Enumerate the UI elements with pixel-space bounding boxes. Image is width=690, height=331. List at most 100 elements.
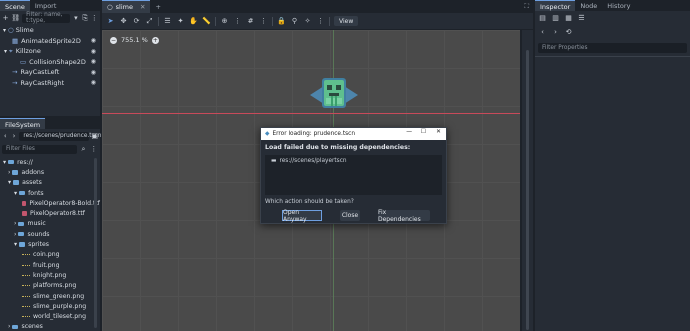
maximize-icon[interactable]: ☐ [421, 129, 426, 135]
search-icon[interactable]: ⌕ [79, 145, 87, 154]
tab-inspector[interactable]: Inspector [535, 0, 576, 11]
add-node-icon[interactable]: + [2, 14, 9, 23]
select-tool-icon[interactable]: ➤ [106, 17, 115, 26]
instance-icon[interactable]: ⎘ [82, 14, 89, 23]
fs-row[interactable]: PixelOperator8-Bold.ttf [0, 198, 100, 208]
minimize-icon[interactable]: — [406, 129, 412, 135]
fs-row[interactable]: fruit.png [0, 260, 100, 270]
scene-dock: Scene Import + ⛓ Filter: name, t:type, ▾… [0, 0, 100, 116]
visibility-eye-icon[interactable]: ◉ [91, 37, 96, 44]
image-file-icon [22, 316, 30, 318]
fs-row[interactable]: world_tileset.png [0, 311, 100, 321]
snap-icon[interactable]: ⊕ [220, 17, 229, 26]
fs-row[interactable]: › scenes [0, 322, 100, 331]
fix-dependencies-button[interactable]: Fix Dependencies [378, 209, 430, 223]
tab-scene[interactable]: Scene [0, 0, 30, 11]
scene-toolbar: + ⛓ Filter: name, t:type, ▾ ⎘ ⋮ [0, 11, 100, 25]
list-item[interactable]: ▬ res://scenes/playertscn [271, 158, 436, 164]
dialog-titlebar: ◆ Error loading: prudence.tscn — ☐ ✕ [261, 128, 446, 140]
load-resource-icon[interactable]: ▥ [551, 14, 560, 23]
filter-icon[interactable]: ▾ [72, 14, 79, 23]
fs-row[interactable]: PixelOperator8.ttf [0, 208, 100, 218]
open-anyway-button[interactable]: Open Anyway [282, 209, 322, 223]
fs-row[interactable]: ▾ assets [0, 178, 100, 188]
path-input[interactable]: res://scenes/prudence.tscn [19, 131, 101, 141]
ruler-icon[interactable]: 📏 [202, 17, 211, 26]
fs-row[interactable]: › addons [0, 167, 100, 177]
fs-row[interactable]: coin.png [0, 250, 100, 260]
fs-row[interactable]: ▾ sprites [0, 239, 100, 249]
forward-icon[interactable]: › [11, 132, 18, 141]
fs-row[interactable]: platforms.png [0, 281, 100, 291]
close-button[interactable]: Close [340, 210, 360, 221]
bone-icon[interactable]: ✧ [303, 17, 312, 26]
tree-row-animatedsprite[interactable]: ▦ AnimatedSprite2D ◉ [0, 36, 100, 47]
visibility-eye-icon[interactable]: ◉ [91, 69, 96, 76]
new-resource-icon[interactable]: ▤ [538, 14, 547, 23]
forward-icon[interactable]: › [551, 28, 560, 37]
menu-icon[interactable]: ⋮ [91, 14, 98, 23]
close-icon[interactable]: ✕ [436, 129, 441, 135]
zoom-in-icon[interactable]: + [151, 36, 159, 44]
scene-tab-slime[interactable]: ○ slime ✕ [102, 0, 151, 13]
close-icon[interactable]: ✕ [140, 3, 145, 11]
filesystem-scrollbar[interactable] [94, 158, 97, 328]
fs-row[interactable]: › music [0, 219, 100, 229]
node2d-icon: ○ [107, 3, 113, 11]
tree-row-killzone[interactable]: ▾ ⌖ Killzone ◉ [0, 46, 100, 57]
pan-icon[interactable]: ✋ [189, 17, 198, 26]
tree-row-slime[interactable]: ▾ ○ Slime [0, 25, 100, 36]
link-icon[interactable]: ⛓ [11, 14, 20, 23]
visibility-eye-icon[interactable]: ◉ [91, 79, 96, 86]
folder-icon [12, 324, 19, 330]
folder-icon [19, 190, 26, 196]
filter-files-input[interactable]: Filter Files [2, 144, 78, 154]
snap-more-icon[interactable]: ⋮ [259, 17, 268, 26]
history-icon[interactable]: ⟲ [564, 28, 573, 37]
back-icon[interactable]: ‹ [538, 28, 547, 37]
snap-options-icon[interactable]: ⋮ [233, 17, 242, 26]
folder-icon [13, 180, 20, 185]
fs-row[interactable]: slime_purple.png [0, 301, 100, 311]
zoom-out-icon[interactable]: − [110, 36, 117, 44]
menu-icon[interactable]: ⋮ [90, 145, 98, 154]
back-icon[interactable]: ‹ [2, 132, 9, 141]
pivot-icon[interactable]: ✦ [176, 17, 185, 26]
fs-row[interactable]: ▾ res:// [0, 157, 100, 167]
split-view-icon[interactable]: ▣ [91, 132, 98, 141]
visibility-eye-icon[interactable]: ◉ [91, 58, 96, 65]
tab-node[interactable]: Node [575, 0, 602, 11]
slime-sprite[interactable] [310, 76, 358, 114]
extra-options-icon[interactable]: ☰ [577, 14, 586, 23]
folder-icon [19, 242, 26, 247]
viewport-scrollbar[interactable] [526, 50, 529, 330]
fs-row[interactable]: knight.png [0, 270, 100, 280]
move-tool-icon[interactable]: ✥ [119, 17, 128, 26]
rotate-tool-icon[interactable]: ⟳ [132, 17, 141, 26]
zoom-level[interactable]: 755.1 % [121, 36, 148, 44]
lock-icon[interactable]: 🔒 [277, 17, 286, 26]
missing-dependencies-list: ▬ res://scenes/playertscn [265, 155, 442, 195]
tab-import[interactable]: Import [30, 0, 62, 11]
scale-tool-icon[interactable]: ⤢ [145, 17, 154, 26]
group-icon[interactable]: ⚲ [290, 17, 299, 26]
fs-row[interactable]: ▾ fonts [0, 188, 100, 198]
add-scene-tab[interactable]: + [150, 1, 165, 13]
folder-icon [18, 231, 25, 237]
scene-filter-input[interactable]: Filter: name, t:type, [22, 12, 71, 24]
fs-row[interactable]: › sounds [0, 229, 100, 239]
tree-row-raycastleft[interactable]: → RayCastLeft ◉ [0, 67, 100, 78]
filter-properties-input[interactable]: Filter Properties [538, 43, 687, 53]
distraction-free-icon[interactable]: ⛶ [524, 2, 529, 11]
fs-row[interactable]: slime_green.png [0, 291, 100, 301]
list-select-icon[interactable]: ☰ [163, 17, 172, 26]
view-menu-button[interactable]: View [334, 16, 359, 26]
tab-history[interactable]: History [602, 0, 635, 11]
skeleton-options-icon[interactable]: ⋮ [316, 17, 325, 26]
visibility-eye-icon[interactable]: ◉ [91, 48, 96, 55]
save-icon[interactable]: ▦ [564, 14, 573, 23]
tree-row-raycastright[interactable]: → RayCastRight ◉ [0, 78, 100, 89]
tree-row-collisionshape[interactable]: ▭ CollisionShape2D ◉ [0, 57, 100, 68]
grid-snap-icon[interactable]: # [246, 17, 255, 26]
tab-filesystem[interactable]: FileSystem [0, 118, 46, 129]
